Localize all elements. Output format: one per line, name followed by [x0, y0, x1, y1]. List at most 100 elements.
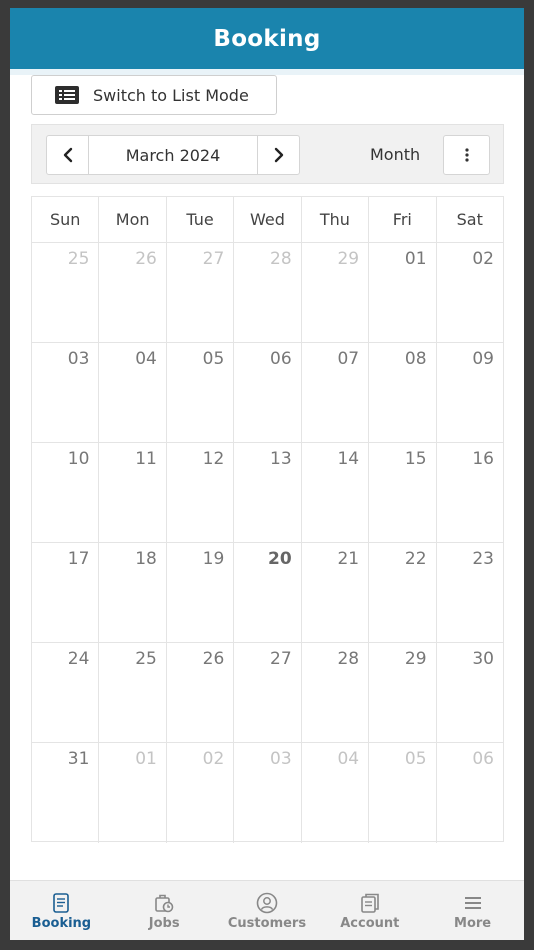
- day-number: 28: [270, 249, 292, 269]
- calendar-day-today[interactable]: 20: [234, 543, 302, 642]
- tab-label: More: [454, 916, 492, 931]
- calendar-day[interactable]: 08: [369, 343, 437, 442]
- day-number: 21: [337, 549, 360, 569]
- weekday-header-row: Sun Mon Tue Wed Thu Fri Sat: [32, 197, 503, 243]
- tab-customers[interactable]: Customers: [216, 881, 319, 940]
- tab-label: Booking: [31, 916, 92, 931]
- day-number: 25: [135, 649, 157, 669]
- day-number: 19: [202, 549, 225, 569]
- jobs-icon: [153, 892, 175, 914]
- calendar-day[interactable]: 06: [437, 743, 503, 843]
- calendar-day[interactable]: 05: [167, 343, 235, 442]
- app-screen: Booking Switch to List Mode March 2024 M…: [10, 8, 524, 940]
- day-number: 17: [67, 549, 90, 569]
- tab-booking[interactable]: Booking: [10, 881, 113, 940]
- calendar-day[interactable]: 03: [32, 343, 100, 442]
- calendar-day[interactable]: 02: [437, 243, 503, 342]
- tab-account[interactable]: Account: [318, 881, 421, 940]
- calendar-day[interactable]: 26: [167, 643, 235, 742]
- calendar-day[interactable]: 26: [99, 243, 167, 342]
- calendar-day[interactable]: 09: [437, 343, 503, 442]
- calendar-day[interactable]: 29: [369, 643, 437, 742]
- day-number: 02: [472, 249, 494, 269]
- calendar-day[interactable]: 19: [167, 543, 235, 642]
- chevron-right-icon: [274, 147, 283, 163]
- day-number: 29: [337, 249, 360, 269]
- tab-more[interactable]: More: [421, 881, 524, 940]
- day-number: 28: [337, 649, 360, 669]
- weekday-label: Mon: [99, 197, 167, 242]
- menu-icon: [462, 892, 484, 914]
- calendar-day[interactable]: 21: [302, 543, 370, 642]
- calendar-day[interactable]: 06: [234, 343, 302, 442]
- app-header: Booking: [10, 8, 524, 69]
- calendar-day[interactable]: 23: [437, 543, 503, 642]
- weekday-label: Thu: [302, 197, 370, 242]
- calendar-day[interactable]: 13: [234, 443, 302, 542]
- booking-icon: [50, 892, 72, 914]
- calendar-day[interactable]: 24: [32, 643, 100, 742]
- day-number: 15: [404, 449, 427, 469]
- day-number: 13: [270, 449, 292, 469]
- calendar-day[interactable]: 14: [302, 443, 370, 542]
- calendar-day[interactable]: 10: [32, 443, 100, 542]
- calendar-week-row: 17 18 19 20 21 22 23: [32, 543, 503, 643]
- current-month-title: March 2024: [125, 145, 221, 165]
- calendar-day[interactable]: 31: [32, 743, 100, 843]
- list-icon: [55, 86, 79, 104]
- calendar-day[interactable]: 01: [369, 243, 437, 342]
- calendar-week-row: 03 04 05 06 07 08 09: [32, 343, 503, 443]
- calendar-toolbar: March 2024 Month: [31, 124, 504, 184]
- calendar-day[interactable]: 04: [302, 743, 370, 843]
- calendar-day[interactable]: 02: [167, 743, 235, 843]
- calendar-weeks: 25 26 27 28 29 01 02 03 04 05 06 07 08 09 10 11 12 13 14 15…: [32, 243, 503, 843]
- calendar-day[interactable]: 25: [99, 643, 167, 742]
- day-number: 04: [135, 349, 157, 369]
- next-month-button[interactable]: [257, 136, 299, 174]
- calendar-day[interactable]: 03: [234, 743, 302, 843]
- calendar-day[interactable]: 07: [302, 343, 370, 442]
- calendar-day[interactable]: 04: [99, 343, 167, 442]
- calendar-day[interactable]: 12: [167, 443, 235, 542]
- chevron-left-icon: [63, 147, 72, 163]
- switch-button-label: Switch to List Mode: [93, 85, 249, 105]
- calendar-day[interactable]: 25: [32, 243, 100, 342]
- day-number: 31: [67, 749, 90, 769]
- day-number: 03: [270, 749, 292, 769]
- calendar-day[interactable]: 17: [32, 543, 100, 642]
- calendar-day[interactable]: 27: [167, 243, 235, 342]
- day-number: 09: [472, 349, 494, 369]
- calendar-day[interactable]: 15: [369, 443, 437, 542]
- calendar-day[interactable]: 11: [99, 443, 167, 542]
- month-calendar: Sun Mon Tue Wed Thu Fri Sat 25 26 27 28 29 01 02 03 04…: [31, 196, 504, 843]
- tab-label: Customers: [227, 916, 307, 931]
- tab-label: Jobs: [148, 916, 180, 931]
- tab-label: Account: [340, 916, 400, 931]
- day-number: 06: [472, 749, 494, 769]
- calendar-day[interactable]: 30: [437, 643, 503, 742]
- calendar-day[interactable]: 28: [234, 243, 302, 342]
- day-number: 27: [270, 649, 292, 669]
- day-number: 29: [404, 649, 427, 669]
- calendar-day[interactable]: 28: [302, 643, 370, 742]
- day-number: 20: [268, 549, 292, 569]
- calendar-week-row: 31 01 02 03 04 05 06: [32, 743, 503, 843]
- calendar-day[interactable]: 05: [369, 743, 437, 843]
- switch-to-list-mode-button[interactable]: Switch to List Mode: [31, 75, 277, 115]
- calendar-day[interactable]: 27: [234, 643, 302, 742]
- prev-month-button[interactable]: [47, 136, 89, 174]
- tab-jobs[interactable]: Jobs: [113, 881, 216, 940]
- calendar-day[interactable]: 18: [99, 543, 167, 642]
- calendar-day[interactable]: 01: [99, 743, 167, 843]
- day-number: 05: [202, 349, 225, 369]
- day-number: 05: [404, 749, 427, 769]
- calendar-day[interactable]: 29: [302, 243, 370, 342]
- day-number: 12: [202, 449, 225, 469]
- calendar-day[interactable]: 16: [437, 443, 503, 542]
- calendar-day[interactable]: 22: [369, 543, 437, 642]
- day-number: 03: [67, 349, 90, 369]
- calendar-week-row: 24 25 26 27 28 29 30: [32, 643, 503, 743]
- more-options-button[interactable]: [443, 135, 490, 175]
- weekday-label: Sat: [456, 210, 483, 229]
- bottom-tab-bar: Booking Jobs Customers Account More: [10, 880, 524, 940]
